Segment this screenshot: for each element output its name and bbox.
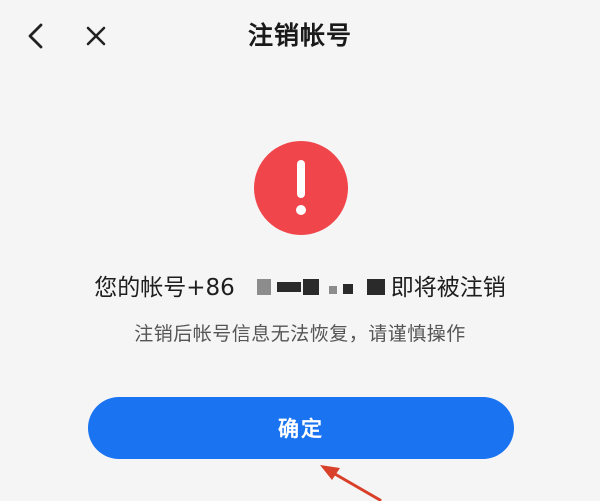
confirm-button[interactable]: 确定 (88, 397, 514, 459)
message-prefix: 您的帐号+86 (94, 275, 235, 301)
message-suffix: 即将被注销 (390, 275, 506, 301)
header-bar: 注销帐号 (0, 0, 600, 76)
close-icon (86, 26, 106, 46)
close-button[interactable] (78, 18, 114, 54)
warning-subtext: 注销后帐号信息无法恢复，请谨慎操作 (134, 323, 466, 345)
confirm-button-label: 确定 (278, 417, 324, 441)
back-button[interactable] (18, 18, 54, 54)
masked-phone-number (237, 276, 389, 298)
arrow-pointer-icon (320, 465, 382, 501)
deletion-message: 您的帐号+86 即将被注销 (0, 270, 600, 306)
exclamation-icon (254, 141, 348, 235)
chevron-left-icon (28, 23, 43, 49)
